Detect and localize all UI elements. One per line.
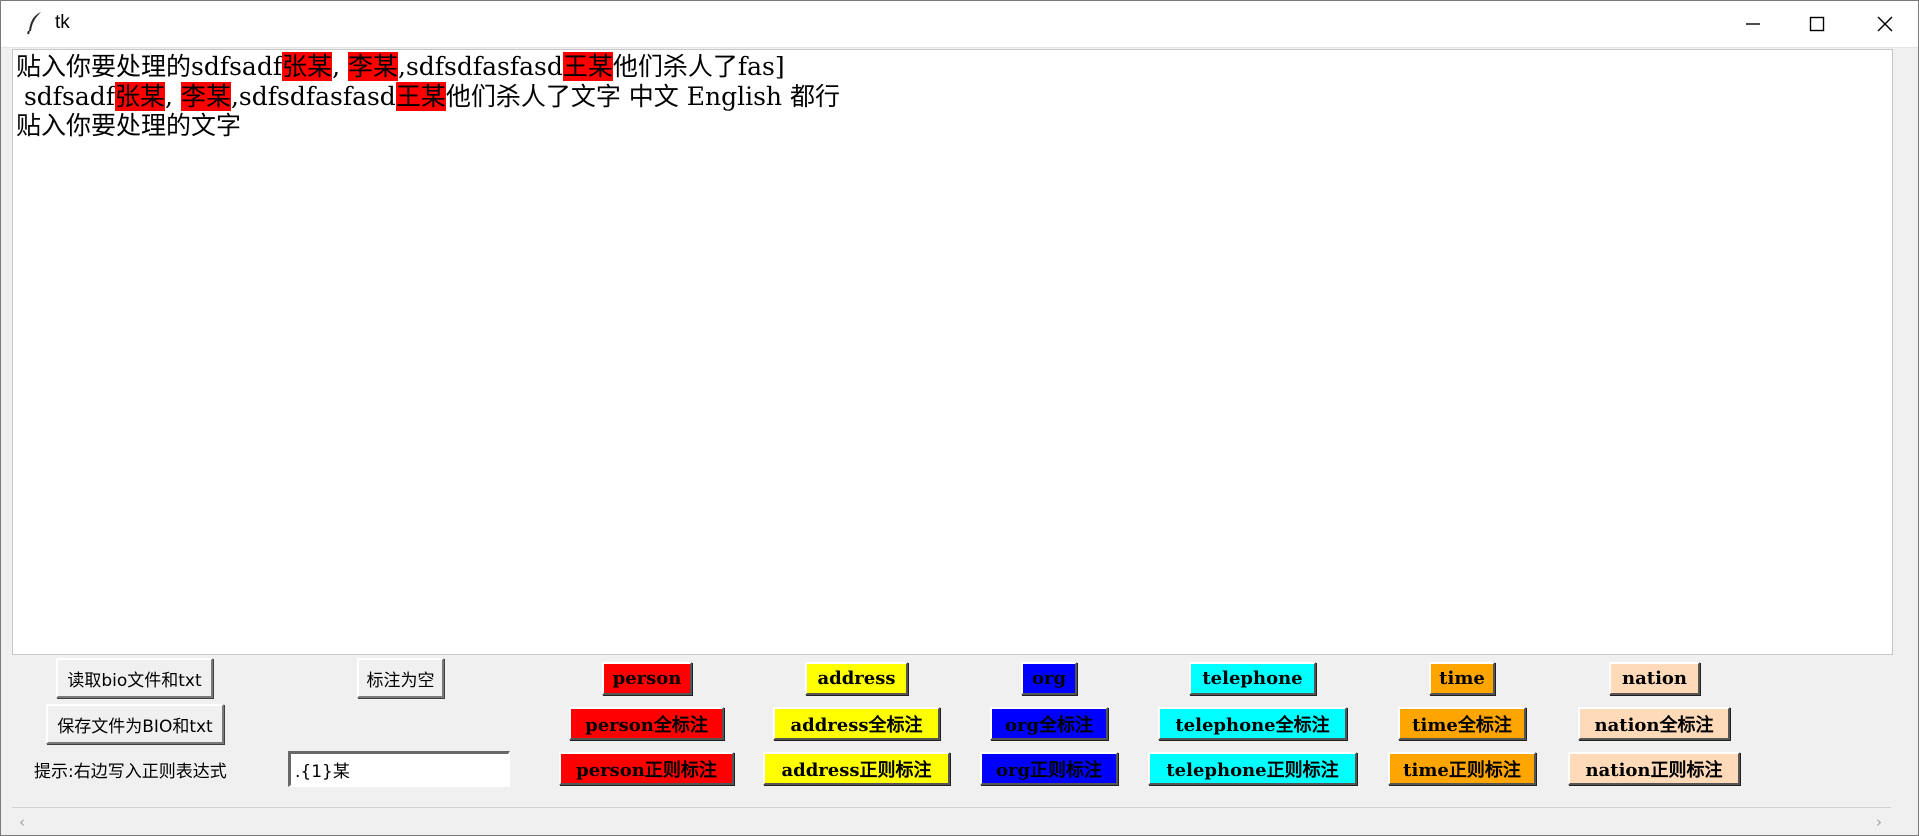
text-segment: , <box>332 52 348 81</box>
all-annotate-button-nation[interactable]: nation全标注 <box>1578 707 1730 740</box>
person-entity-highlight: 王某 <box>395 82 446 111</box>
save-bio-button[interactable]: 保存文件为BIO和txt <box>46 704 224 744</box>
regex-annotate-button-nation[interactable]: nation正则标注 <box>1568 752 1740 785</box>
regex-input[interactable] <box>288 751 510 787</box>
regex-annotate-button-telephone[interactable]: telephone正则标注 <box>1148 752 1357 785</box>
person-entity-highlight: 张某 <box>282 52 333 81</box>
tag-button-telephone[interactable]: telephone <box>1189 662 1316 695</box>
window-title: tk <box>55 12 70 33</box>
person-entity-highlight: 李某 <box>348 52 399 81</box>
text-segment: 他们杀人了fas] <box>612 52 785 81</box>
all-annotate-button-time[interactable]: time全标注 <box>1398 707 1526 740</box>
annotation-text-area[interactable]: 贴入你要处理的sdfsadf张某, 李某,sdfsdfasfasd王某他们杀人了… <box>12 49 1893 655</box>
maximize-icon <box>1809 16 1825 32</box>
text-segment: 贴入你要处理的sdfsadf <box>16 52 283 81</box>
horizontal-scrollbar[interactable]: ‹ › <box>12 807 1891 835</box>
minimize-icon <box>1745 16 1761 32</box>
close-icon <box>1877 16 1893 32</box>
feather-icon <box>25 11 45 35</box>
vertical-scrollbar[interactable] <box>1893 49 1910 653</box>
maximize-button[interactable] <box>1783 1 1851 47</box>
text-segment: 贴入你要处理的文字 <box>16 111 242 140</box>
regex-annotate-button-person[interactable]: person正则标注 <box>559 752 734 785</box>
regex-annotate-button-org[interactable]: org正则标注 <box>980 752 1118 785</box>
title-bar: tk <box>1 1 1918 48</box>
text-segment: 他们杀人了文字 中文 English 都行 <box>445 82 840 111</box>
all-annotate-button-telephone[interactable]: telephone全标注 <box>1158 707 1347 740</box>
close-button[interactable] <box>1851 1 1919 47</box>
person-entity-highlight: 张某 <box>115 82 166 111</box>
minimize-button[interactable] <box>1719 1 1787 47</box>
text-segment: ,sdfsdfasfasd <box>398 52 563 81</box>
all-annotate-button-person[interactable]: person全标注 <box>569 707 724 740</box>
text-segment: ,sdfsdfasfasd <box>230 82 396 111</box>
person-entity-highlight: 李某 <box>180 82 231 111</box>
tag-button-person[interactable]: person <box>602 662 692 695</box>
tag-button-nation[interactable]: nation <box>1609 662 1700 695</box>
tag-button-org[interactable]: org <box>1021 662 1077 695</box>
regex-annotate-button-time[interactable]: time正则标注 <box>1388 752 1536 785</box>
text-segment: sdfsadf <box>16 82 116 111</box>
tag-button-time[interactable]: time <box>1429 662 1495 695</box>
all-annotate-button-org[interactable]: org全标注 <box>990 707 1108 740</box>
text-line[interactable]: 贴入你要处理的sdfsadf张某, 李某,sdfsdfasfasd王某他们杀人了… <box>16 52 785 82</box>
scroll-left-icon[interactable]: ‹ <box>12 808 32 835</box>
text-segment: , <box>165 82 181 111</box>
scroll-right-icon[interactable]: › <box>1869 808 1889 835</box>
regex-annotate-button-address[interactable]: address正则标注 <box>763 752 950 785</box>
tag-button-address[interactable]: address <box>805 662 908 695</box>
person-entity-highlight: 王某 <box>562 52 613 81</box>
clear-annotation-button[interactable]: 标注为空 <box>357 658 444 698</box>
text-line[interactable]: 贴入你要处理的文字 <box>16 111 241 141</box>
read-bio-button[interactable]: 读取bio文件和txt <box>56 658 213 698</box>
app-window: tk 贴入你要处理的sdfsadf张某, 李某,sdfsdfasfasd王某他们… <box>0 0 1919 836</box>
text-line[interactable]: sdfsadf张某, 李某,sdfsdfasfasd王某他们杀人了文字 中文 E… <box>16 82 840 112</box>
regex-hint-label: 提示:右边写入正则表达式 <box>34 762 227 782</box>
all-annotate-button-address[interactable]: address全标注 <box>773 707 940 740</box>
